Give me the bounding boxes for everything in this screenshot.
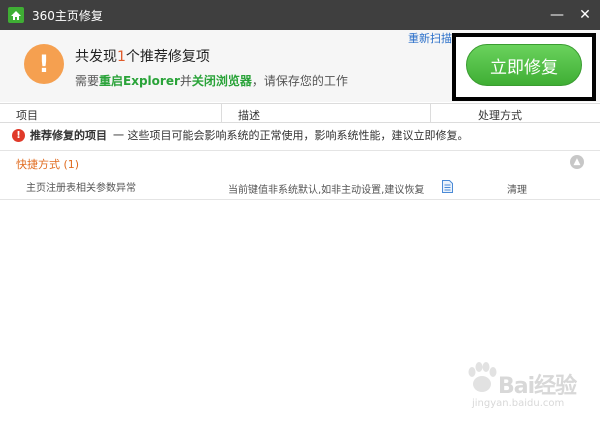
group-shortcuts[interactable]: 快捷方式 (1) ▲ bbox=[0, 150, 600, 172]
item-name: 主页注册表相关参数异常 bbox=[26, 183, 136, 194]
hint-restart-explorer: 重启Explorer bbox=[99, 74, 180, 88]
warning-icon: ! bbox=[24, 44, 64, 84]
title-bar: 360主页修复 — ✕ bbox=[0, 0, 600, 30]
minimize-button[interactable]: — bbox=[550, 8, 564, 22]
window-title: 360主页修复 bbox=[32, 8, 103, 23]
column-action[interactable]: 处理方式 bbox=[478, 107, 522, 123]
item-action[interactable]: 清理 bbox=[507, 181, 527, 196]
close-button[interactable]: ✕ bbox=[578, 8, 592, 22]
fix-now-button[interactable]: 立即修复 bbox=[466, 44, 582, 86]
found-summary: 共发现1个推荐修复项 bbox=[75, 46, 210, 66]
group-label: 快捷方式 (1) bbox=[16, 158, 80, 171]
watermark-text: Bai经验 bbox=[498, 374, 577, 399]
recommended-desc: 一 这些项目可能会影响系统的正常使用，影响系统性能，建议立即修复。 bbox=[113, 129, 469, 142]
restart-hint: 需要重启Explorer并关闭浏览器，请保存您的工作 bbox=[75, 72, 348, 89]
column-item[interactable]: 项目 bbox=[16, 107, 38, 123]
hint-close-browser: 关闭浏览器 bbox=[191, 74, 252, 88]
paw-icon bbox=[462, 358, 502, 398]
column-desc[interactable]: 描述 bbox=[238, 107, 260, 123]
rescan-link[interactable]: 重新扫描 bbox=[408, 30, 452, 46]
recommended-title: 推荐修复的项目 bbox=[30, 129, 107, 142]
item-desc: 当前键值非系统默认,如非主动设置,建议恢复 bbox=[228, 185, 425, 196]
column-divider bbox=[221, 104, 222, 122]
window-controls: — ✕ bbox=[550, 0, 592, 30]
error-icon: ! bbox=[12, 128, 25, 142]
recommended-section: ! 推荐修复的项目 一 这些项目可能会影响系统的正常使用，影响系统性能，建议立即… bbox=[0, 124, 600, 146]
watermark-url: jingyan.baidu.com bbox=[472, 398, 565, 409]
hint-and: 并 bbox=[179, 74, 192, 88]
found-prefix: 共发现 bbox=[75, 49, 117, 65]
table-header: 项目 描述 处理方式 bbox=[0, 103, 600, 123]
found-count: 1 bbox=[117, 49, 126, 65]
document-icon[interactable] bbox=[442, 180, 453, 193]
hint-prefix: 需要 bbox=[75, 74, 100, 88]
found-suffix: 个推荐修复项 bbox=[125, 49, 210, 65]
app-logo-icon bbox=[8, 7, 24, 23]
hint-suffix: ，请保存您的工作 bbox=[251, 74, 348, 88]
collapse-up-icon[interactable]: ▲ bbox=[570, 155, 584, 169]
table-row[interactable]: 主页注册表相关参数异常 当前键值非系统默认,如非主动设置,建议恢复 清理 bbox=[0, 174, 600, 200]
column-divider bbox=[430, 104, 431, 122]
